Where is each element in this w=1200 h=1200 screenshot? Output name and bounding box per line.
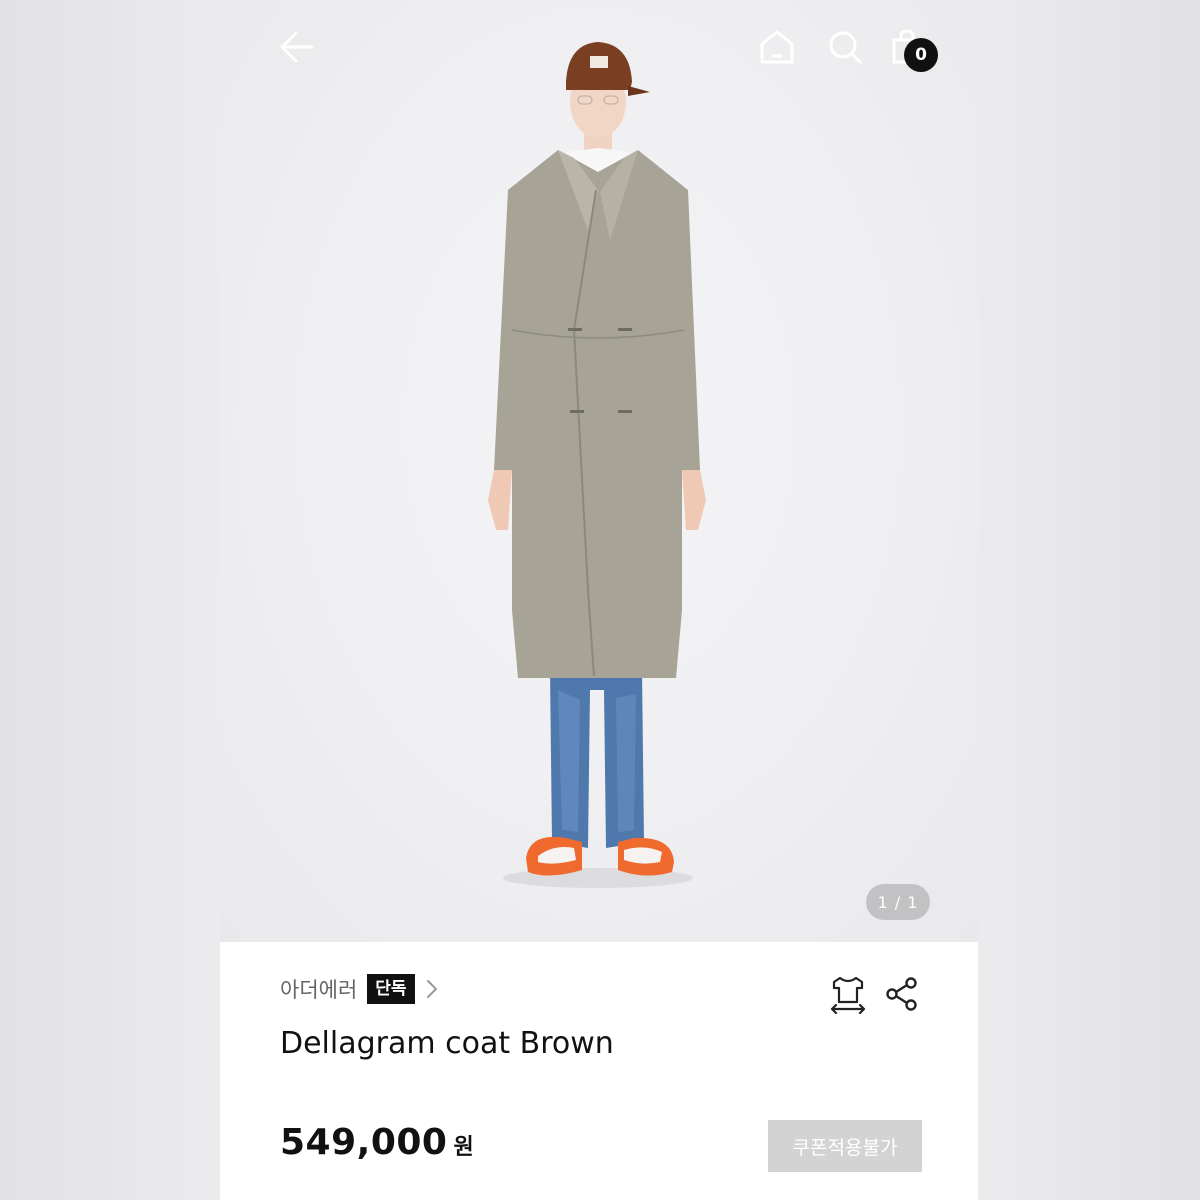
search-icon [829, 31, 862, 64]
product-detail-screen: 0 1 / 1 아더에러 단독 Dellagram coat Brown 549… [220, 0, 978, 1200]
left-backdrop [0, 0, 220, 1200]
product-image-gallery[interactable]: 0 1 / 1 [220, 0, 978, 942]
search-button[interactable] [820, 22, 870, 72]
share-icon [886, 977, 917, 1011]
price-unit: 원 [453, 1135, 474, 1160]
exclusive-badge: 단독 [367, 974, 415, 1004]
top-navigation-bar: 0 [220, 0, 978, 92]
product-photo-model [488, 42, 706, 888]
cart-count-badge: 0 [904, 38, 938, 72]
home-icon [760, 30, 794, 64]
size-guide-button[interactable] [828, 974, 868, 1015]
coupon-unavailable-button[interactable]: 쿠폰적용불가 [768, 1120, 922, 1172]
back-button[interactable] [272, 22, 322, 72]
price-value: 549,000 [280, 1122, 448, 1163]
size-guide-icon [830, 976, 866, 1015]
product-title: Dellagram coat Brown [280, 1026, 614, 1061]
brand-name: 아더에러 [280, 978, 358, 1002]
brand-link[interactable]: 아더에러 단독 [280, 972, 439, 1006]
product-info-panel: 아더에러 단독 Dellagram coat Brown 549,000 원 쿠… [220, 942, 978, 1200]
chevron-right-icon [425, 978, 439, 1000]
home-button[interactable] [752, 22, 802, 72]
arrow-left-icon [280, 31, 314, 63]
share-button[interactable] [884, 976, 920, 1012]
image-counter: 1 / 1 [866, 884, 930, 920]
right-backdrop [978, 0, 1200, 1200]
price: 549,000 원 [280, 1122, 474, 1163]
